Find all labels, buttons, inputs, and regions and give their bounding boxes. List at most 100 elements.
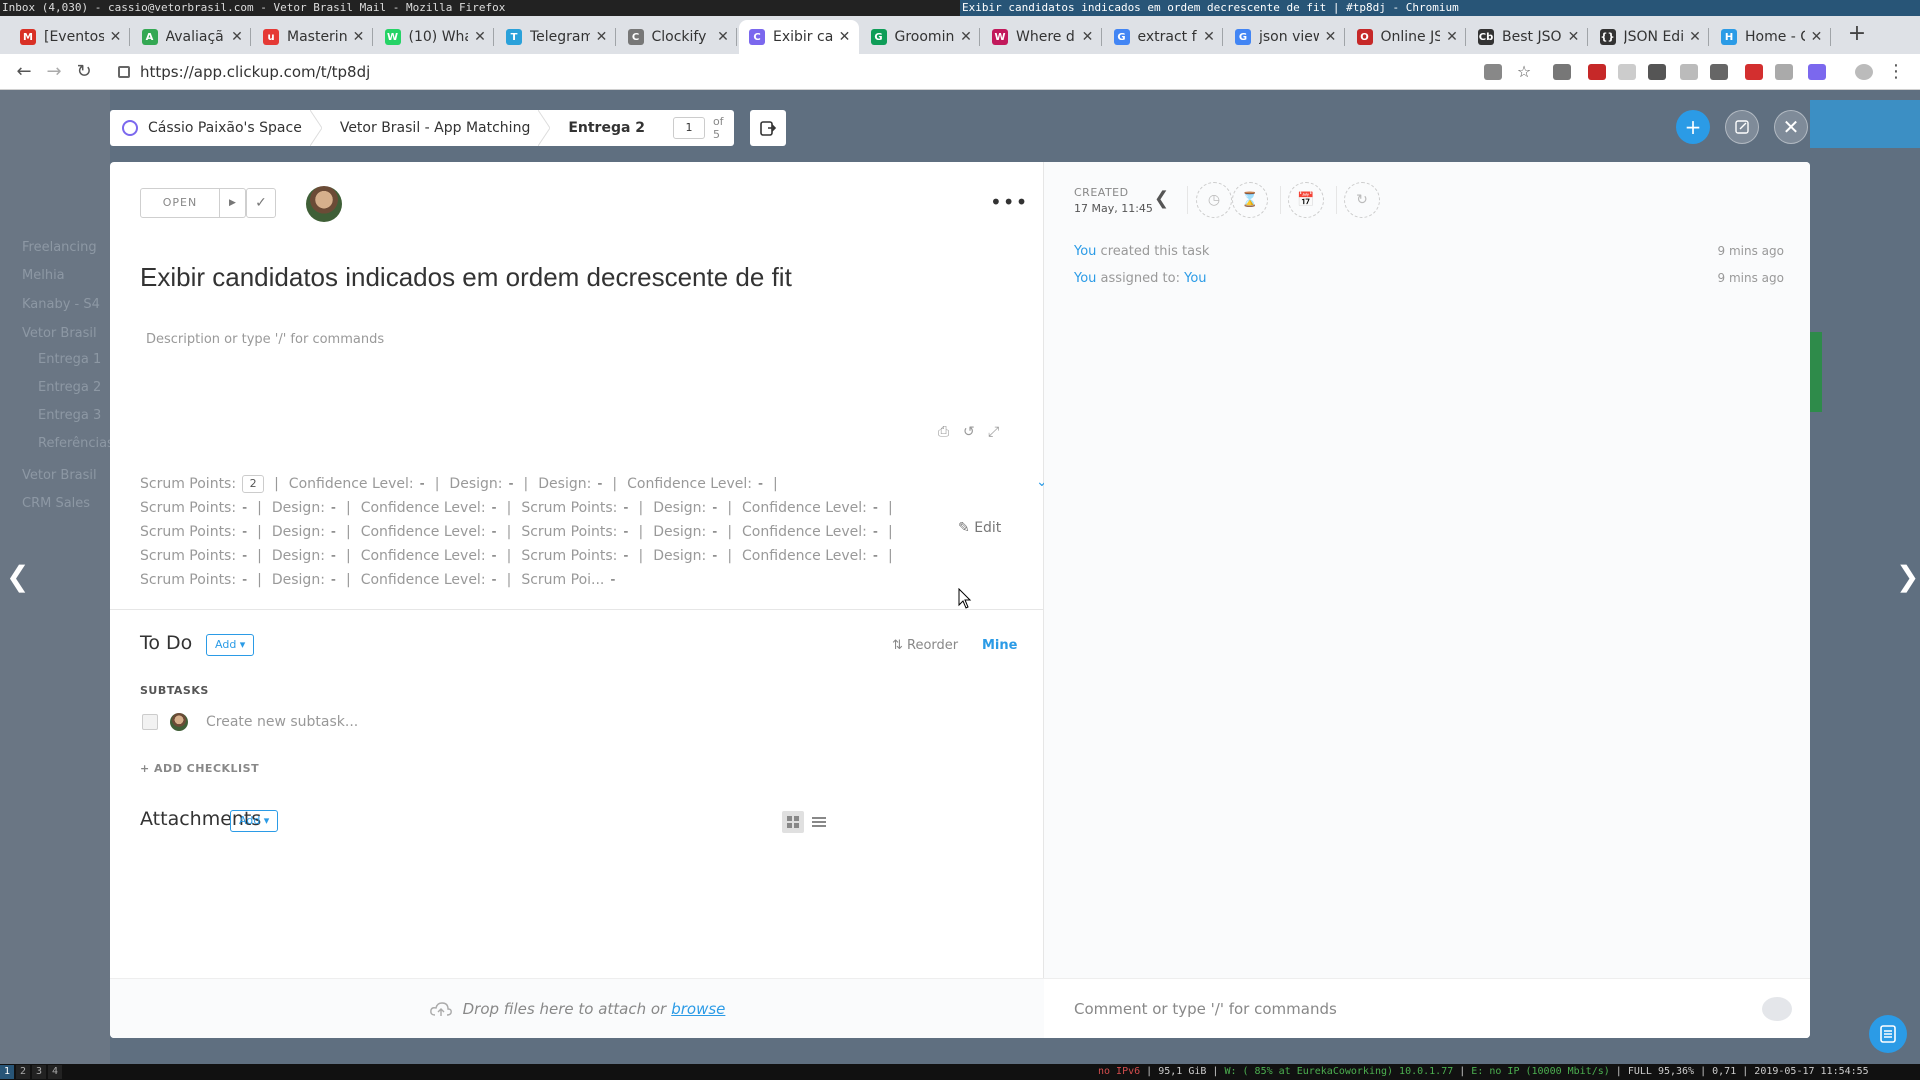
reload-icon[interactable]: ↻ bbox=[72, 60, 96, 84]
custom-field[interactable]: Scrum Points: 2 bbox=[140, 475, 265, 493]
browser-tab[interactable]: Cb Best JSO ✕ bbox=[1468, 20, 1588, 54]
extension-icon[interactable] bbox=[1618, 64, 1636, 80]
custom-field[interactable]: Design: - bbox=[653, 524, 717, 540]
breadcrumb-sublist[interactable]: Entrega 2 bbox=[544, 110, 659, 146]
attachment-drop-zone[interactable]: Drop files here to attach or browse bbox=[110, 978, 1044, 1038]
extension-icon[interactable] bbox=[1775, 64, 1793, 80]
open-in-new-button[interactable] bbox=[750, 110, 786, 146]
custom-field[interactable]: Scrum Points: - bbox=[140, 500, 247, 516]
extension-icon[interactable] bbox=[1680, 64, 1698, 80]
assignee-avatar[interactable] bbox=[306, 186, 342, 222]
comment-bubble-icon[interactable] bbox=[1762, 997, 1792, 1021]
extension-icon[interactable] bbox=[1648, 64, 1666, 80]
custom-field[interactable]: Design: - bbox=[653, 548, 717, 564]
mine-filter-button[interactable]: Mine bbox=[982, 638, 1017, 653]
minimize-task-button[interactable] bbox=[1725, 110, 1759, 144]
tab-close-icon[interactable]: ✕ bbox=[594, 29, 610, 45]
due-date-icon[interactable]: 📅 bbox=[1288, 182, 1324, 218]
custom-field[interactable]: Scrum Points: - bbox=[140, 548, 247, 564]
custom-field[interactable]: Confidence Level: - bbox=[289, 476, 425, 492]
browser-tab[interactable]: T Telegram ✕ bbox=[496, 20, 616, 54]
tab-close-icon[interactable]: ✕ bbox=[1444, 29, 1460, 45]
workspace-button[interactable]: 3 bbox=[32, 1065, 46, 1079]
workspace-button[interactable]: 2 bbox=[16, 1065, 30, 1079]
browser-tab[interactable]: M [Eventos ✕ bbox=[10, 20, 130, 54]
tab-close-icon[interactable]: ✕ bbox=[229, 29, 245, 45]
description-editor[interactable]: Description or type '/' for commands bbox=[146, 332, 384, 347]
custom-field[interactable]: Confidence Level: - bbox=[361, 500, 497, 516]
quick-add-button[interactable]: + bbox=[1676, 110, 1710, 144]
list-view-icon[interactable] bbox=[808, 811, 830, 833]
custom-field[interactable]: Design: - bbox=[272, 572, 336, 588]
more-options-icon[interactable]: ••• bbox=[990, 190, 1028, 214]
task-index-input[interactable]: 1 bbox=[673, 117, 705, 139]
browser-tab[interactable]: W (10) Wha ✕ bbox=[375, 20, 494, 54]
tab-close-icon[interactable]: ✕ bbox=[1687, 29, 1703, 45]
subtask-checkbox[interactable] bbox=[142, 714, 158, 730]
extension-icon[interactable] bbox=[1588, 64, 1606, 80]
workspace-button[interactable]: 4 bbox=[48, 1065, 62, 1079]
browser-tab[interactable]: Gextract f ✕ bbox=[1104, 20, 1223, 54]
profile-icon[interactable] bbox=[1855, 64, 1873, 80]
custom-field[interactable]: Confidence Level: - bbox=[742, 500, 878, 516]
browser-tab[interactable]: O Online JS ✕ bbox=[1347, 20, 1466, 54]
browser-tab[interactable]: {} JSON Edi ✕ bbox=[1590, 20, 1709, 54]
next-task-arrow-icon[interactable]: ❯ bbox=[1896, 560, 1919, 593]
browser-tab[interactable]: Gjson view ✕ bbox=[1225, 20, 1345, 54]
time-tracking-icon[interactable]: ◷ bbox=[1196, 182, 1232, 218]
custom-field[interactable]: Scrum Points: - bbox=[140, 524, 247, 540]
browser-tab[interactable]: C Exibir ca ✕ bbox=[739, 20, 859, 54]
custom-field[interactable]: Confidence Level: - bbox=[361, 548, 497, 564]
notepad-button[interactable] bbox=[1869, 1015, 1907, 1053]
extension-icon[interactable] bbox=[1484, 64, 1502, 80]
custom-field[interactable]: Scrum Points: - bbox=[521, 548, 628, 564]
workspace-button[interactable]: 1 bbox=[0, 1065, 14, 1079]
new-subtask-input[interactable]: Create new subtask... bbox=[206, 714, 358, 730]
browser-tab[interactable]: A Avaliaçã ✕ bbox=[132, 20, 251, 54]
edit-fields-button[interactable]: ✎ Edit bbox=[958, 520, 1001, 536]
reorder-button[interactable]: ⇅ Reorder bbox=[892, 638, 958, 653]
custom-field[interactable]: Design: - bbox=[272, 500, 336, 516]
browser-tab[interactable]: u Masterin ✕ bbox=[253, 20, 373, 54]
add-checklist-button[interactable]: + ADD CHECKLIST bbox=[140, 762, 259, 775]
complete-task-button[interactable]: ✓ bbox=[246, 188, 276, 218]
clickup-extension-icon[interactable] bbox=[1808, 64, 1826, 80]
custom-field[interactable]: Design: - bbox=[653, 500, 717, 516]
browser-menu-icon[interactable]: ⋮ bbox=[1884, 60, 1908, 84]
tab-close-icon[interactable]: ✕ bbox=[1566, 29, 1582, 45]
breadcrumb-space[interactable]: Cássio Paixão's Space bbox=[110, 110, 322, 146]
tab-close-icon[interactable]: ✕ bbox=[1080, 29, 1096, 45]
activity-target[interactable]: You bbox=[1184, 271, 1206, 286]
tab-close-icon[interactable]: ✕ bbox=[958, 29, 974, 45]
camera-extension-icon[interactable] bbox=[1553, 64, 1571, 80]
expand-icon[interactable]: ⤢ bbox=[988, 424, 999, 440]
next-status-button[interactable]: ▶ bbox=[220, 188, 246, 218]
tab-close-icon[interactable]: ✕ bbox=[351, 29, 367, 45]
clockify-icon[interactable]: ❮ bbox=[1154, 188, 1169, 209]
task-title[interactable]: Exibir candidatos indicados em ordem dec… bbox=[140, 262, 792, 293]
add-subtask-button[interactable]: Add ▾ bbox=[206, 634, 255, 656]
grid-view-icon[interactable] bbox=[782, 811, 804, 833]
address-bar[interactable]: https://app.clickup.com/t/tp8dj bbox=[118, 58, 1458, 86]
forward-icon[interactable]: → bbox=[42, 60, 66, 84]
new-tab-button[interactable]: + bbox=[1845, 20, 1869, 48]
clockify-extension-icon[interactable] bbox=[1710, 64, 1728, 80]
add-attachment-button[interactable]: Add ▾ bbox=[230, 810, 279, 832]
custom-field[interactable]: Confidence Level: - bbox=[361, 524, 497, 540]
tab-close-icon[interactable]: ✕ bbox=[837, 29, 853, 45]
custom-field[interactable]: Scrum Poi... - bbox=[521, 572, 615, 588]
custom-field[interactable]: Scrum Points: - bbox=[521, 524, 628, 540]
breadcrumb-list[interactable]: Vetor Brasil - App Matching bbox=[316, 110, 551, 146]
previous-task-arrow-icon[interactable]: ❮ bbox=[6, 560, 29, 593]
custom-field[interactable]: Confidence Level: - bbox=[742, 548, 878, 564]
custom-field[interactable]: Scrum Points: - bbox=[521, 500, 628, 516]
print-icon[interactable]: ⎙ bbox=[938, 424, 949, 440]
activity-actor[interactable]: You bbox=[1074, 271, 1096, 286]
status-button[interactable]: OPEN bbox=[140, 188, 220, 218]
activity-actor[interactable]: You bbox=[1074, 244, 1096, 259]
browser-tab[interactable]: H Home - C ✕ bbox=[1711, 20, 1831, 54]
custom-field[interactable]: Design: - bbox=[538, 476, 602, 492]
recurring-icon[interactable]: ↻ bbox=[1344, 182, 1380, 218]
time-estimate-icon[interactable]: ⌛ bbox=[1232, 182, 1268, 218]
custom-field[interactable]: Scrum Points: - bbox=[140, 572, 247, 588]
